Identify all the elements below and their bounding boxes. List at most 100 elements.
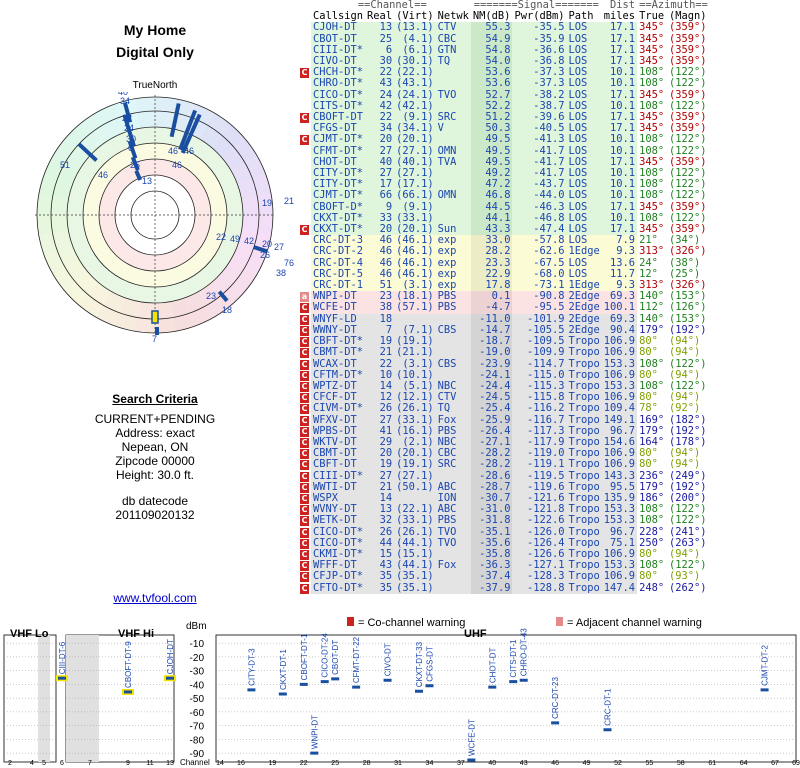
cochannel-warning-icon: C <box>300 538 309 549</box>
station-bar[interactable] <box>488 685 497 689</box>
table-row[interactable]: C CBMT-DT* 21 (21.1) -19.0 -109.9 Tropo 106.9 80… <box>300 347 710 359</box>
table-row[interactable]: CHRO-DT* 43 (43.1) 53.6 -37.3 LOS 10.1 108° (122… <box>300 78 710 90</box>
warning-marker: C <box>300 515 311 527</box>
cell-net: TVO <box>435 537 471 549</box>
warning-marker <box>300 202 311 213</box>
x-tick-label: 49 <box>583 760 591 767</box>
page-title: My Home <box>123 22 187 38</box>
warning-marker <box>300 123 311 134</box>
vhf-channel-gap <box>38 635 50 762</box>
warning-marker <box>300 235 311 246</box>
cell-real: 35 <box>365 571 395 583</box>
station-bar[interactable] <box>247 688 256 692</box>
cell-path: Tropo <box>566 570 602 583</box>
station-bar[interactable] <box>58 676 66 680</box>
warning-marker: C <box>300 482 311 493</box>
cell-dist: 10.1 <box>601 78 638 90</box>
warning-marker: C <box>300 493 311 504</box>
cochannel-warning-icon: C <box>300 549 309 560</box>
x-tick-label: 25 <box>331 760 339 767</box>
table-row[interactable]: C CBFT-DT 19 (19.1) SRC -28.2 -119.1 Tropo 106.9… <box>300 459 710 471</box>
warning-marker: C <box>300 112 311 124</box>
cochannel-warning-icon: C <box>300 393 309 404</box>
radar-highlight-marker <box>151 310 159 324</box>
warning-marker <box>300 280 311 291</box>
radar-channel-label: 23 <box>206 291 216 301</box>
y-tick-label: -50 <box>190 694 205 705</box>
table-row[interactable]: C WETK-DT 32 (33.1) PBS -31.8 -122.6 Tropo 153.3… <box>300 514 710 527</box>
station-bar[interactable] <box>414 689 423 693</box>
warning-marker <box>300 78 311 89</box>
warning-marker <box>300 90 311 101</box>
station-bar[interactable] <box>603 728 612 732</box>
station-bar[interactable] <box>320 680 329 684</box>
table-row[interactable]: CJOH-DT 13 (13.1) CTV 55.3 -35.5 LOS 17.1 345° (3… <box>300 22 710 34</box>
vhf-hi-label: VHF Hi <box>118 628 154 640</box>
radar-channel-label: 46 <box>184 146 194 156</box>
station-bar-label: WNPI-DT <box>310 715 319 749</box>
cell-mag: (93°) <box>669 570 701 583</box>
station-bar[interactable] <box>278 692 287 696</box>
criteria-line: Address: exact <box>115 426 195 440</box>
x-tick-label: 43 <box>520 760 528 767</box>
station-bar[interactable] <box>551 721 560 725</box>
station-bar[interactable] <box>425 684 434 688</box>
cell-path: LOS <box>566 134 602 146</box>
table-row[interactable]: C CFJP-DT* 35 (35.1) -37.4 -128.3 Tropo 106.9 80… <box>300 570 710 583</box>
cell-cs: CBFT-DT <box>311 459 366 471</box>
station-bar[interactable] <box>760 688 769 692</box>
station-bar[interactable] <box>124 690 132 694</box>
cochannel-warning-icon: C <box>300 314 309 325</box>
warning-marker: a <box>300 291 311 303</box>
cell-net: TVA <box>435 156 471 169</box>
station-bar[interactable] <box>166 676 174 680</box>
table-row[interactable]: C WCFE-DT 38 (57.1) PBS -4.7 -95.5 2Edge 100.1 11… <box>300 302 710 314</box>
cell-az: 248° <box>639 581 665 594</box>
x-tick-label: 31 <box>394 760 402 767</box>
cell-az: 108° <box>639 514 665 527</box>
station-bar[interactable] <box>467 758 476 762</box>
radar-channel-label: 25 <box>130 160 140 170</box>
station-bar[interactable] <box>331 677 340 681</box>
table-row[interactable]: C CJMT-DT* 20 (20.1) 49.5 -41.3 LOS 10.1 108° (12… <box>300 134 710 146</box>
cell-real: 32 <box>365 515 395 527</box>
cell-pwr: -109.9 <box>512 347 567 359</box>
warning-marker <box>300 246 311 257</box>
search-criteria: Search Criteria CURRENT+PENDING Address:… <box>0 392 310 522</box>
station-bar[interactable] <box>310 751 319 755</box>
x-tick-label: 2 <box>8 760 12 767</box>
radar-channel-label: 51 <box>60 160 70 170</box>
cell-pwr: -122.6 <box>512 515 567 527</box>
table-row[interactable]: C CFTO-DT* 35 (35.1) -37.9 -128.8 Tropo 147.4 24… <box>300 581 710 594</box>
cell-cs: WETK-DT <box>311 515 366 527</box>
station-bar[interactable] <box>519 678 528 682</box>
x-tick-label: 34 <box>426 760 434 767</box>
warning-marker <box>300 213 311 224</box>
cell-nm: 46.8 <box>470 190 513 202</box>
cell-net <box>435 201 471 213</box>
cell-net: SRC <box>435 459 471 471</box>
site-link[interactable]: www.tvfool.com <box>0 591 310 605</box>
warning-marker <box>300 56 311 67</box>
x-tick-label: 6 <box>60 760 64 767</box>
y-axis-ticks: -10-20-30-40-50-60-70-80-90 <box>190 639 205 760</box>
station-bar[interactable] <box>352 685 361 689</box>
station-bar[interactable] <box>383 678 392 682</box>
cell-nm: -28.2 <box>470 459 513 471</box>
table-row[interactable]: CJMT-DT* 66 (66.1) OMN 46.8 -44.0 LOS 10.1 108° (… <box>300 190 710 202</box>
table-row[interactable]: C CIVM-DT* 26 (26.1) TQ -25.4 -116.2 Tropo 109.4… <box>300 403 710 415</box>
warning-marker: C <box>300 527 311 538</box>
cell-net <box>435 168 471 180</box>
cell-pwr: -119.1 <box>512 459 567 471</box>
cell-pwr: -41.3 <box>512 134 567 146</box>
table-row[interactable]: CRC-DT-2 46 (46.1) exp 28.2 -62.6 1Edge 9.3 313°… <box>300 245 710 258</box>
station-bar[interactable] <box>509 680 518 684</box>
cell-mag: (326°) <box>669 245 707 258</box>
cell-real: 66 <box>365 190 395 202</box>
cochannel-warning-icon: C <box>300 561 309 572</box>
cell-dist: 147.4 <box>601 581 638 594</box>
signal-strength-chart: = Co-channel warning = Adjacent channel … <box>0 615 800 768</box>
cell-pwr: -95.5 <box>512 302 567 314</box>
station-bar[interactable] <box>299 682 308 686</box>
cell-real: 20 <box>365 134 395 146</box>
